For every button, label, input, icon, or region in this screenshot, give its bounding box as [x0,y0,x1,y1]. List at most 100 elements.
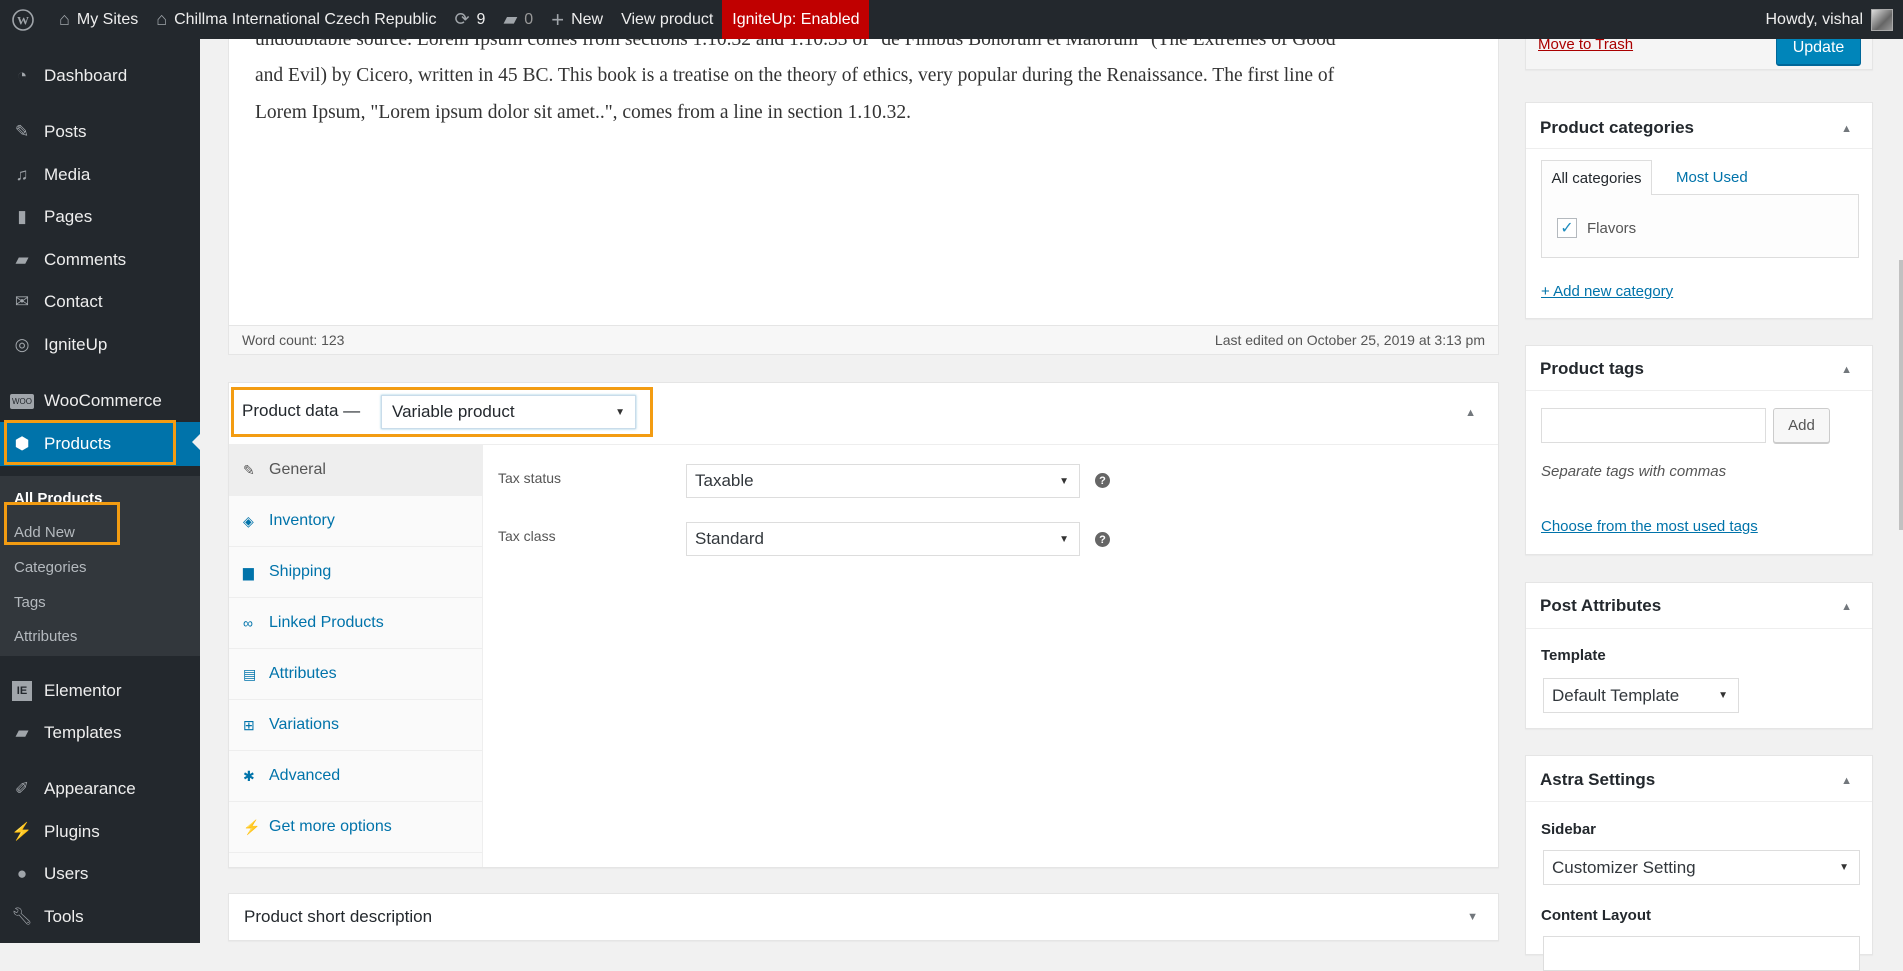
collapse-toggle-icon[interactable]: ▲ [1841,601,1852,613]
tab-variations[interactable]: ⊞ Variations [229,700,482,751]
sidebar-item-media[interactable]: ♫ Media [0,155,200,195]
elementor-icon: IE [0,681,44,701]
editor-text-line: and Evil) by Cicero, written in 45 BC. T… [255,65,1335,86]
collapse-toggle-icon[interactable]: ▲ [1841,775,1852,787]
add-tag-button[interactable]: Add [1773,408,1830,443]
user-icon: ● [16,864,28,883]
submenu-attributes[interactable]: Attributes [14,628,77,645]
sidebar-item-tools[interactable]: 🔧︎ Tools [0,897,200,937]
sidebar-item-woocommerce[interactable]: WOO WooCommerce [0,381,200,421]
updates-link[interactable]: ⟳ 9 [445,0,494,39]
help-icon[interactable]: ? [1095,532,1110,547]
editor-text-line: undoubtable source. Lorem Ipsum comes fr… [255,39,1336,50]
sidebar-item-templates[interactable]: ▰ Templates [0,713,200,753]
my-sites-link[interactable]: ⌂ My Sites [50,0,147,39]
help-icon[interactable]: ? [1095,473,1110,488]
tab-get-more-options[interactable]: ⚡ Get more options [229,802,482,853]
choose-most-used-tags-link[interactable]: Choose from the most used tags [1541,518,1758,535]
sidebar-select[interactable]: Customizer Setting ▼ [1543,850,1860,885]
wrench-icon: 🔧︎ [11,907,33,926]
submenu-add-new[interactable]: Add New [14,524,75,541]
view-product-link[interactable]: View product [612,0,722,39]
sites-icon: ⌂ [59,9,70,29]
category-item[interactable]: ✓ Flavors [1557,218,1636,238]
collapse-toggle-icon[interactable]: ▲ [1841,364,1852,376]
account-menu[interactable]: Howdy, vishal [1765,0,1893,39]
wordpress-icon: W [12,8,34,31]
dashboard-icon: ◔ [16,66,28,85]
pin-icon: ✎ [14,122,30,141]
admin-bar: W ⌂ My Sites ⌂ Chillma International Cze… [0,0,1903,39]
products-submenu: All Products Add New Categories Tags Att… [0,476,200,656]
envelope-icon: ✉ [14,292,30,311]
sidebar-item-users[interactable]: ● Users [0,854,200,894]
collapse-toggle-icon[interactable]: ▲ [1841,123,1852,135]
checkbox-checked-icon[interactable]: ✓ [1557,218,1577,238]
product-data-header: Product data — Variable product ▼ ▲ [229,383,1498,445]
submenu-all-products[interactable]: All Products [14,490,102,507]
content-editor[interactable]: undoubtable source. Lorem Ipsum comes fr… [228,39,1499,325]
caret-down-icon: ▼ [1059,533,1069,545]
tab-attributes[interactable]: ▤ Attributes [229,649,482,700]
tax-status-select[interactable]: Taxable ▼ [686,464,1080,498]
sidebar-item-products[interactable]: ⬢ Products [0,422,200,466]
content-layout-label: Content Layout [1541,907,1651,924]
rocket-icon: ◎ [14,335,30,354]
wrench-icon: ✎ [243,461,255,478]
tab-most-used[interactable]: Most Used [1676,169,1748,186]
sidebar-item-comments[interactable]: ▰ Comments [0,240,200,280]
tab-linked-products[interactable]: ∞ Linked Products [229,598,482,649]
product-type-select[interactable]: Variable product ▼ [381,395,636,429]
avatar [1871,8,1893,31]
comments-link[interactable]: ▰ 0 [494,0,542,39]
tab-all-categories[interactable]: All categories [1541,160,1652,195]
igniteup-status-badge[interactable]: IgniteUp: Enabled [722,0,870,39]
page-scrollbar[interactable] [1899,260,1903,530]
add-new-category-link[interactable]: + Add new category [1541,283,1673,300]
product-data-box: Product data — Variable product ▼ ▲ ✎ Gen… [228,382,1499,868]
sidebar-item-posts[interactable]: ✎ Posts [0,112,200,152]
plug-icon: ⚡ [11,822,33,841]
box-icon: ⬢ [14,434,30,453]
collapse-toggle-icon[interactable]: ▲ [1465,407,1476,419]
new-content-link[interactable]: + New [542,0,612,39]
expand-toggle-icon[interactable]: ▼ [1467,911,1478,923]
tab-advanced[interactable]: ✱ Advanced [229,751,482,802]
truck-icon: ▆ [243,563,254,580]
sidebar-item-appearance[interactable]: ✐ Appearance [0,769,200,809]
astra-settings-title: Astra Settings [1540,770,1656,789]
tab-shipping[interactable]: ▆ Shipping [229,547,482,598]
sidebar-item-contact[interactable]: ✉ Contact [0,282,200,322]
editor-status-bar: Word count: 123 Last edited on October 2… [228,325,1499,355]
product-tags-box: Product tags ▲ Add Separate tags with co… [1525,345,1873,555]
sidebar-item-dashboard[interactable]: ◔ Dashboard [0,56,200,96]
template-label: Template [1541,647,1606,664]
submenu-tags[interactable]: Tags [14,594,46,611]
product-tags-title: Product tags [1540,359,1644,378]
tab-inventory[interactable]: ◈ Inventory [229,496,482,547]
short-description-title: Product short description [244,907,433,926]
wp-logo-button[interactable]: W [0,0,50,39]
sidebar-item-plugins[interactable]: ⚡ Plugins [0,812,200,852]
tag-icon: ◈ [243,512,254,529]
svg-text:W: W [17,13,29,27]
folder-icon: ▰ [15,723,29,742]
tag-input[interactable] [1541,408,1766,443]
sidebar-label: Sidebar [1541,821,1597,838]
caret-down-icon: ▼ [1839,862,1849,873]
sidebar-item-pages[interactable]: ▮ Pages [0,197,200,237]
site-name-link[interactable]: ⌂ Chillma International Czech Republic [147,0,445,39]
astra-settings-box: Astra Settings ▲ Sidebar Customizer Sett… [1525,755,1873,971]
template-select[interactable]: Default Template ▼ [1543,678,1739,713]
plus-icon: + [551,6,565,32]
tax-class-select[interactable]: Standard ▼ [686,522,1080,556]
content-layout-select[interactable] [1543,936,1860,971]
sidebar-item-igniteup[interactable]: ◎ IgniteUp [0,325,200,365]
submenu-categories[interactable]: Categories [14,559,87,576]
gear-icon: ✱ [243,767,255,784]
sidebar-item-elementor[interactable]: IE Elementor [0,671,200,711]
tags-hint: Separate tags with commas [1541,463,1727,480]
tax-status-label: Tax status [498,470,562,486]
admin-sidebar: ◔ Dashboard ✎ Posts ♫ Media ▮ Pages ▰ Comment… [0,39,200,943]
tab-general[interactable]: ✎ General [229,445,482,496]
